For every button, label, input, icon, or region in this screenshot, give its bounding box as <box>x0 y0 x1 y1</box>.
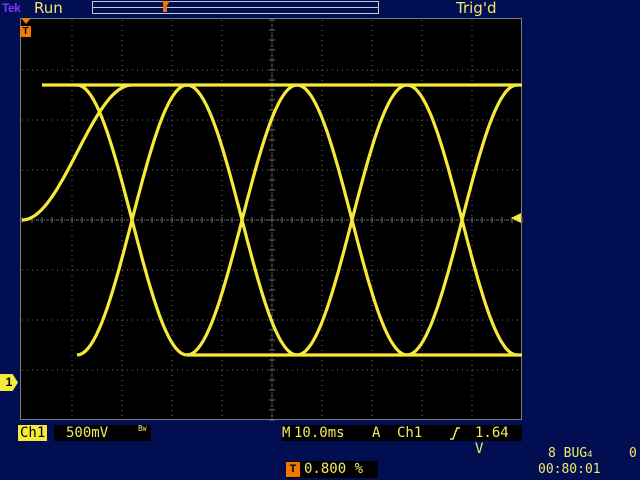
trigger-status: Trig'd <box>456 0 497 17</box>
info-line-1: 8 BUG4 <box>548 446 593 463</box>
acquisition-state[interactable]: Run <box>34 0 63 17</box>
waveform-graticule[interactable] <box>20 18 523 421</box>
record-line <box>93 7 378 8</box>
trigger-mode: A <box>372 425 381 441</box>
record-view-bar <box>92 1 379 14</box>
info-line-2: 00:80:01 <box>538 462 601 477</box>
ch1-ground-marker[interactable]: 1 <box>0 374 18 391</box>
info-text-a: 8 BUG <box>548 446 588 461</box>
trigger-source: Ch1 <box>397 425 423 441</box>
info-line-1-right: 0 <box>629 446 637 461</box>
trace-segment <box>21 83 133 222</box>
ch1-scale-readout[interactable]: 500mV BW <box>54 424 151 441</box>
ch1-label[interactable]: Ch1 <box>18 425 48 441</box>
timebase-label: M <box>282 425 291 441</box>
trigger-level: 1.64 V <box>475 425 509 457</box>
rising-edge-icon <box>450 427 460 440</box>
trigger-position-t-icon: T <box>20 26 31 37</box>
trigger-t-icon: T <box>286 462 300 477</box>
bw-limit-icon: BW <box>138 424 146 435</box>
ch1-scale: 500mV <box>66 425 109 441</box>
brand-logo: Tek <box>2 1 21 15</box>
waveform-plot <box>21 19 523 421</box>
trigger-position-arrow-icon <box>21 18 31 24</box>
bw-limit-sub: W <box>142 426 147 433</box>
trigger-position-readout[interactable]: T 0.800 % <box>286 461 378 478</box>
trigger-position-value: 0.800 % <box>304 461 364 477</box>
timebase-value: 10.0ms <box>294 425 345 441</box>
timebase-trigger-readout[interactable]: M 10.0ms A Ch1 1.64 V <box>282 425 522 457</box>
top-status-bar: Tek Run Trig'd <box>0 0 640 18</box>
trigger-position-icon[interactable]: T <box>20 18 32 40</box>
info-symbol: 4 <box>587 450 593 460</box>
bottom-status-bar: Ch1 500mV BW M 10.0ms A Ch1 1.64 V <box>0 424 640 457</box>
graticule-grid <box>21 19 523 421</box>
